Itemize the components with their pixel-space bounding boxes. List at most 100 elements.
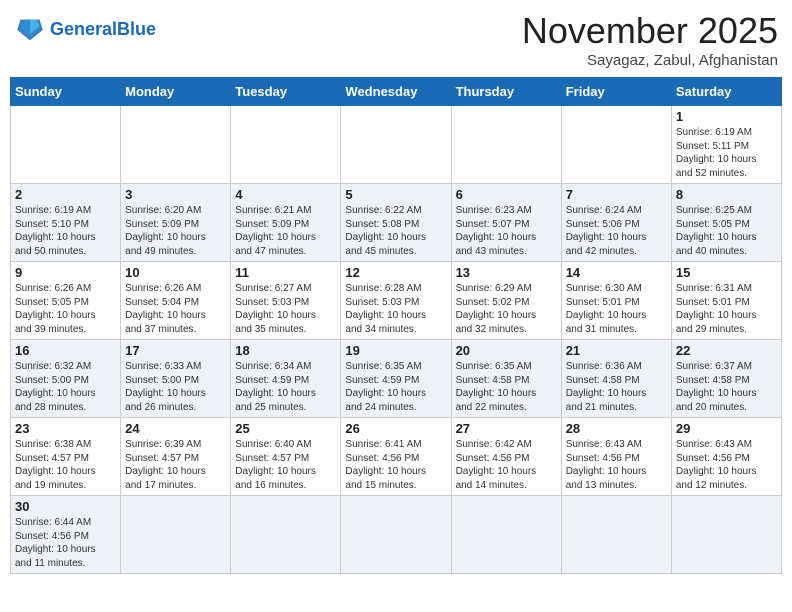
weekday-header-friday: Friday <box>561 78 671 106</box>
day-info: Sunrise: 6:38 AM Sunset: 4:57 PM Dayligh… <box>15 438 116 492</box>
calendar-cell: 3Sunrise: 6:20 AM Sunset: 5:09 PM Daylig… <box>121 184 231 262</box>
calendar-row-5: 30 Sunrise: 6:44 AM Sunset: 4:56 PM Dayli… <box>11 496 782 574</box>
title-block: November 2025 Sayagaz, Zabul, Afghanista… <box>522 10 778 69</box>
calendar-cell: 21 Sunrise: 6:36 AM Sunset: 4:58 PM Dayli… <box>561 340 671 418</box>
calendar-cell <box>561 496 671 574</box>
calendar-cell: 2 Sunrise: 6:19 AM Sunset: 5:10 PM Daylig… <box>11 184 121 262</box>
day-info: Sunrise: 6:37 AM Sunset: 4:58 PM Dayligh… <box>676 360 777 414</box>
day-info: Sunrise: 6:25 AM Sunset: 5:05 PM Dayligh… <box>676 204 777 258</box>
calendar-cell: 6 Sunrise: 6:23 AM Sunset: 5:07 PM Daylig… <box>451 184 561 262</box>
day-number: 9 <box>15 265 116 280</box>
calendar-cell: 28 Sunrise: 6:43 AM Sunset: 4:56 PM Dayli… <box>561 418 671 496</box>
weekday-header-monday: Monday <box>121 78 231 106</box>
day-number: 15 <box>676 265 777 280</box>
calendar-cell: 20Sunrise: 6:35 AM Sunset: 4:58 PM Dayli… <box>451 340 561 418</box>
calendar-cell <box>121 106 231 184</box>
calendar-cell <box>671 496 781 574</box>
calendar-cell: 22Sunrise: 6:37 AM Sunset: 4:58 PM Dayli… <box>671 340 781 418</box>
calendar-cell: 24 Sunrise: 6:39 AM Sunset: 4:57 PM Dayli… <box>121 418 231 496</box>
day-number: 21 <box>566 343 667 358</box>
weekday-header-saturday: Saturday <box>671 78 781 106</box>
calendar-cell: 30 Sunrise: 6:44 AM Sunset: 4:56 PM Dayli… <box>11 496 121 574</box>
day-info: Sunrise: 6:29 AM Sunset: 5:02 PM Dayligh… <box>456 282 557 336</box>
logo-icon <box>14 16 46 44</box>
calendar-cell: 12Sunrise: 6:28 AM Sunset: 5:03 PM Dayli… <box>341 262 451 340</box>
day-info: Sunrise: 6:22 AM Sunset: 5:08 PM Dayligh… <box>345 204 446 258</box>
day-info: Sunrise: 6:28 AM Sunset: 5:03 PM Dayligh… <box>345 282 446 336</box>
calendar-row-0: 1 Sunrise: 6:19 AM Sunset: 5:11 PM Daylig… <box>11 106 782 184</box>
day-info: Sunrise: 6:21 AM Sunset: 5:09 PM Dayligh… <box>235 204 336 258</box>
calendar-cell: 29Sunrise: 6:43 AM Sunset: 4:56 PM Dayli… <box>671 418 781 496</box>
day-info: Sunrise: 6:35 AM Sunset: 4:58 PM Dayligh… <box>456 360 557 414</box>
day-number: 8 <box>676 187 777 202</box>
calendar-cell: 17Sunrise: 6:33 AM Sunset: 5:00 PM Dayli… <box>121 340 231 418</box>
day-info: Sunrise: 6:26 AM Sunset: 5:05 PM Dayligh… <box>15 282 116 336</box>
calendar-cell: 18Sunrise: 6:34 AM Sunset: 4:59 PM Dayli… <box>231 340 341 418</box>
day-number: 23 <box>15 421 116 436</box>
day-number: 4 <box>235 187 336 202</box>
weekday-header-thursday: Thursday <box>451 78 561 106</box>
calendar-cell: 26 Sunrise: 6:41 AM Sunset: 4:56 PM Dayli… <box>341 418 451 496</box>
calendar-cell: 11Sunrise: 6:27 AM Sunset: 5:03 PM Dayli… <box>231 262 341 340</box>
calendar-row-3: 16 Sunrise: 6:32 AM Sunset: 5:00 PM Dayli… <box>11 340 782 418</box>
day-number: 14 <box>566 265 667 280</box>
day-number: 26 <box>345 421 446 436</box>
calendar-cell: 15 Sunrise: 6:31 AM Sunset: 5:01 PM Dayli… <box>671 262 781 340</box>
calendar-cell: 23 Sunrise: 6:38 AM Sunset: 4:57 PM Dayli… <box>11 418 121 496</box>
weekday-header-wednesday: Wednesday <box>341 78 451 106</box>
day-number: 7 <box>566 187 667 202</box>
day-info: Sunrise: 6:32 AM Sunset: 5:00 PM Dayligh… <box>15 360 116 414</box>
calendar-cell: 19Sunrise: 6:35 AM Sunset: 4:59 PM Dayli… <box>341 340 451 418</box>
day-number: 30 <box>15 499 116 514</box>
day-info: Sunrise: 6:44 AM Sunset: 4:56 PM Dayligh… <box>15 516 116 570</box>
day-info: Sunrise: 6:39 AM Sunset: 4:57 PM Dayligh… <box>125 438 226 492</box>
logo-text: GeneralBlue <box>50 20 156 40</box>
day-number: 10 <box>125 265 226 280</box>
calendar-cell <box>341 496 451 574</box>
day-info: Sunrise: 6:36 AM Sunset: 4:58 PM Dayligh… <box>566 360 667 414</box>
day-number: 16 <box>15 343 116 358</box>
day-info: Sunrise: 6:43 AM Sunset: 4:56 PM Dayligh… <box>566 438 667 492</box>
calendar-row-2: 9 Sunrise: 6:26 AM Sunset: 5:05 PM Daylig… <box>11 262 782 340</box>
day-number: 19 <box>345 343 446 358</box>
day-info: Sunrise: 6:24 AM Sunset: 5:06 PM Dayligh… <box>566 204 667 258</box>
calendar-cell: 27 Sunrise: 6:42 AM Sunset: 4:56 PM Dayli… <box>451 418 561 496</box>
page-header: GeneralBlue November 2025 Sayagaz, Zabul… <box>10 10 782 69</box>
day-number: 27 <box>456 421 557 436</box>
day-number: 1 <box>676 109 777 124</box>
day-number: 25 <box>235 421 336 436</box>
day-number: 28 <box>566 421 667 436</box>
calendar-cell: 9 Sunrise: 6:26 AM Sunset: 5:05 PM Daylig… <box>11 262 121 340</box>
calendar-cell: 25Sunrise: 6:40 AM Sunset: 4:57 PM Dayli… <box>231 418 341 496</box>
weekday-header-tuesday: Tuesday <box>231 78 341 106</box>
day-info: Sunrise: 6:43 AM Sunset: 4:56 PM Dayligh… <box>676 438 777 492</box>
day-info: Sunrise: 6:31 AM Sunset: 5:01 PM Dayligh… <box>676 282 777 336</box>
calendar-cell: 16 Sunrise: 6:32 AM Sunset: 5:00 PM Dayli… <box>11 340 121 418</box>
day-info: Sunrise: 6:19 AM Sunset: 5:11 PM Dayligh… <box>676 126 777 180</box>
calendar-cell: 8 Sunrise: 6:25 AM Sunset: 5:05 PM Daylig… <box>671 184 781 262</box>
calendar-cell <box>231 106 341 184</box>
calendar-cell: 5Sunrise: 6:22 AM Sunset: 5:08 PM Daylig… <box>341 184 451 262</box>
day-number: 6 <box>456 187 557 202</box>
day-info: Sunrise: 6:19 AM Sunset: 5:10 PM Dayligh… <box>15 204 116 258</box>
day-number: 3 <box>125 187 226 202</box>
calendar-row-4: 23 Sunrise: 6:38 AM Sunset: 4:57 PM Dayli… <box>11 418 782 496</box>
day-number: 2 <box>15 187 116 202</box>
calendar-cell: 1 Sunrise: 6:19 AM Sunset: 5:11 PM Daylig… <box>671 106 781 184</box>
day-info: Sunrise: 6:42 AM Sunset: 4:56 PM Dayligh… <box>456 438 557 492</box>
month-title: November 2025 <box>522 10 778 52</box>
day-info: Sunrise: 6:23 AM Sunset: 5:07 PM Dayligh… <box>456 204 557 258</box>
calendar-table: SundayMondayTuesdayWednesdayThursdayFrid… <box>10 77 782 574</box>
calendar-cell: 4 Sunrise: 6:21 AM Sunset: 5:09 PM Daylig… <box>231 184 341 262</box>
calendar-cell: 7 Sunrise: 6:24 AM Sunset: 5:06 PM Daylig… <box>561 184 671 262</box>
logo: GeneralBlue <box>14 16 156 44</box>
day-number: 13 <box>456 265 557 280</box>
day-info: Sunrise: 6:41 AM Sunset: 4:56 PM Dayligh… <box>345 438 446 492</box>
day-info: Sunrise: 6:34 AM Sunset: 4:59 PM Dayligh… <box>235 360 336 414</box>
day-info: Sunrise: 6:27 AM Sunset: 5:03 PM Dayligh… <box>235 282 336 336</box>
calendar-cell <box>451 106 561 184</box>
day-info: Sunrise: 6:30 AM Sunset: 5:01 PM Dayligh… <box>566 282 667 336</box>
day-number: 24 <box>125 421 226 436</box>
day-number: 17 <box>125 343 226 358</box>
calendar-cell <box>561 106 671 184</box>
